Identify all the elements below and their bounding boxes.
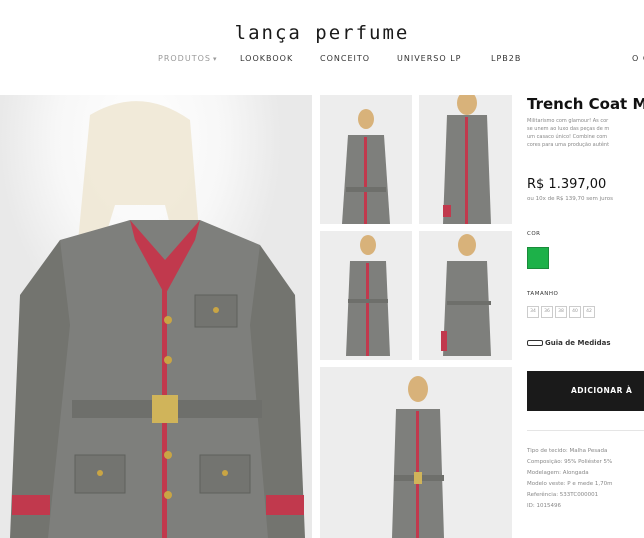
nav-produtos[interactable]: PRODUTOS ▾ [158,54,217,63]
size-option[interactable]: 38 [555,306,567,318]
brand-logo[interactable]: lança perfume [0,22,644,44]
ruler-icon [527,340,543,346]
product-page: lança perfume PRODUTOS ▾ LOOKBOOK CONCEIT… [0,0,644,538]
nav-lpb2b[interactable]: LPB2B [491,54,521,63]
model-photo-thumb [320,95,412,224]
product-thumbnail[interactable] [419,231,512,360]
spec-id: ID: 1015496 [527,503,561,509]
product-description: Militarismo com glamour! As cor se unem … [527,118,610,148]
product-thumbnail[interactable] [320,231,412,360]
main-product-image[interactable] [0,95,312,538]
product-info-panel: Trench Coat Mil Militarismo com glamour!… [520,95,644,538]
size-option[interactable]: 42 [583,306,595,318]
model-photo-thumb [419,231,512,360]
nav-o-q[interactable]: O Q [632,54,644,63]
spec-fabric: Tipo de tecido: Malha Pesada [527,448,608,454]
add-to-cart-button[interactable]: ADICIONAR À [527,371,644,411]
nav-conceito[interactable]: CONCEITO [320,54,370,63]
product-title: Trench Coat Mil [527,95,644,113]
main-nav: PRODUTOS ▾ LOOKBOOK CONCEITO UNIVERSO LP … [0,54,644,68]
color-swatch-green[interactable] [527,247,549,269]
product-thumbnail-large[interactable] [320,367,512,538]
size-guide-link[interactable]: Guia de Medidas [527,339,611,347]
size-option[interactable]: 40 [569,306,581,318]
size-option[interactable]: 36 [541,306,553,318]
spec-fit: Modelagem: Alongada [527,470,589,476]
model-photo-thumb [320,231,412,360]
product-thumbnail[interactable] [320,95,412,224]
spec-model-wears: Modelo veste: P e mede 1,70m [527,481,613,487]
product-specs: Tipo de tecido: Malha Pesada Composição:… [527,446,644,512]
spec-composition: Composição: 95% Poliéster 5% [527,459,613,465]
product-price: R$ 1.397,00 [527,177,607,192]
size-option[interactable]: 34 [527,306,539,318]
model-photo-main [0,95,312,538]
color-label: COR [527,231,541,237]
nav-lookbook[interactable]: LOOKBOOK [240,54,293,63]
size-label: TAMANHO [527,291,559,297]
divider [527,430,644,431]
nav-universo-lp[interactable]: UNIVERSO LP [397,54,461,63]
chevron-down-icon: ▾ [212,55,218,63]
model-photo-thumb [320,367,512,538]
model-photo-thumb [419,95,512,224]
product-thumbnail[interactable] [419,95,512,224]
installments-text: ou 10x de R$ 139,70 sem juros [527,196,614,202]
spec-reference: Referência: 533TC000001 [527,492,599,498]
